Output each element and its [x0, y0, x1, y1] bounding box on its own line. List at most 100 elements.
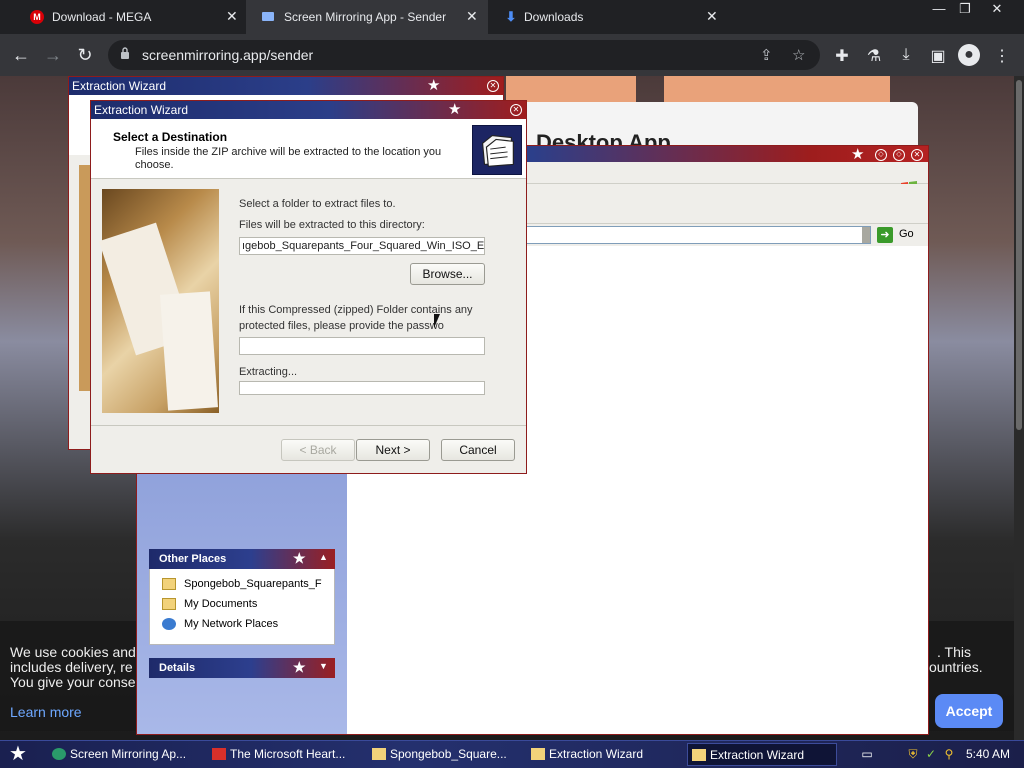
- clock: 5:40 AM: [966, 747, 1011, 761]
- system-tray: ▭ ⛨ ✓ ⚲ 5:40 AM: [858, 741, 1024, 768]
- close-tab-icon[interactable]: ✕: [226, 8, 238, 25]
- share-icon[interactable]: ⇪: [760, 46, 773, 64]
- list-item-label: My Documents: [184, 598, 258, 610]
- zip-folder-icon: [472, 125, 522, 175]
- other-places-list: Spongebob_Squarepants_F My Documents My …: [149, 569, 335, 645]
- lock-icon: [121, 47, 129, 59]
- password-input[interactable]: [239, 337, 485, 355]
- list-item-label: Spongebob_Squarepants_F: [184, 578, 322, 590]
- cookie-text-line: You give your conse: [10, 674, 136, 690]
- tab-download-mega[interactable]: M Download - MEGA ✕: [8, 0, 246, 34]
- browser-toolbar: ← → ↻ screenmirroring.app/sender ⇪ ☆ ✚ ⚗…: [0, 34, 1024, 76]
- folder-icon: [162, 578, 176, 590]
- taskbar-item-label: Spongebob_Square...: [390, 747, 507, 761]
- select-folder-text: Select a folder to extract files to.: [239, 198, 396, 210]
- taskbar-item-spongebob-folder[interactable]: Spongebob_Square...: [368, 743, 518, 766]
- window-title: Extraction Wizard: [72, 79, 167, 93]
- back-button[interactable]: < Back: [281, 439, 355, 461]
- bookmark-star-icon[interactable]: ☆: [792, 46, 805, 64]
- destination-directory-input[interactable]: ıgebob_Squarepants_Four_Squared_Win_ISO_…: [239, 237, 485, 255]
- cookie-text-line: . This: [937, 644, 971, 660]
- close-icon[interactable]: ✕: [487, 80, 499, 92]
- close-tab-icon[interactable]: ✕: [466, 8, 478, 25]
- downloads-icon[interactable]: ⤓: [896, 46, 916, 64]
- background-decor: [506, 76, 636, 102]
- wizard-step-title: Select a Destination: [113, 130, 228, 144]
- go-button[interactable]: ➜ Go: [877, 227, 925, 243]
- tab-downloads[interactable]: ⬇ Downloads ✕: [488, 0, 724, 34]
- side-panel-icon[interactable]: ▣: [928, 46, 948, 66]
- scrollbar-thumb[interactable]: [1016, 80, 1022, 430]
- close-window-icon[interactable]: ✕: [984, 0, 1010, 18]
- taskbar-item-extraction-wizard-1[interactable]: Extraction Wizard: [527, 743, 677, 766]
- taskbar-item-label: Extraction Wizard: [549, 747, 644, 761]
- wizard-back-title-bar: Extraction Wizard ★ ✕: [69, 77, 503, 95]
- folder-icon: [692, 749, 706, 761]
- page-scrollbar[interactable]: [1014, 76, 1024, 740]
- security-shield-icon[interactable]: ⛨: [906, 747, 920, 761]
- background-decor: [664, 76, 890, 102]
- taskbar-item-extraction-wizard-2[interactable]: Extraction Wizard: [687, 743, 837, 766]
- cookie-banner-left: We use cookies and includes delivery, re…: [0, 621, 136, 731]
- cookie-text-line: includes delivery, re: [10, 659, 133, 675]
- mouse-cursor-icon: [434, 314, 440, 328]
- taskbar-item-screen-mirroring[interactable]: Screen Mirroring Ap...: [48, 743, 198, 766]
- other-places-title: Other Places: [159, 553, 227, 565]
- star-icon: ★: [448, 101, 462, 118]
- extraction-progress-bar: [239, 381, 485, 395]
- network-icon[interactable]: ✓: [924, 747, 938, 761]
- taskbar-item-label: The Microsoft Heart...: [230, 747, 346, 761]
- taskbar-item-microsoft-heart[interactable]: The Microsoft Heart...: [208, 743, 358, 766]
- reload-icon[interactable]: ↻: [72, 42, 98, 68]
- profile-avatar-icon[interactable]: ●: [958, 44, 980, 66]
- next-button[interactable]: Next >: [356, 439, 430, 461]
- more-menu-icon[interactable]: ⋮: [992, 46, 1012, 66]
- directory-label: Files will be extracted to this director…: [239, 219, 425, 231]
- taskbar-item-label: Extraction Wizard: [710, 748, 805, 762]
- heart-icon: [212, 748, 226, 760]
- tab-label: Downloads: [524, 10, 584, 24]
- back-arrow-icon[interactable]: ←: [8, 42, 34, 68]
- chevron-up-icon: ▲: [319, 552, 328, 562]
- mega-icon: M: [30, 10, 44, 24]
- screen-mirroring-icon: [262, 12, 274, 21]
- learn-more-link[interactable]: Learn more: [10, 704, 82, 720]
- search-icon[interactable]: ⚲: [942, 747, 956, 761]
- address-bar[interactable]: screenmirroring.app/sender ⇪ ☆: [108, 40, 820, 70]
- browser-tab-strip: M Download - MEGA ✕ Screen Mirroring App…: [0, 0, 1024, 34]
- folder-icon: [372, 748, 386, 760]
- other-places-header[interactable]: Other Places ★ ▲: [149, 549, 335, 569]
- cookie-text-line: ountries.: [929, 659, 983, 675]
- keyboard-icon[interactable]: ▭: [860, 747, 874, 761]
- address-dropdown[interactable]: [862, 227, 870, 243]
- star-icon: ★: [293, 550, 306, 566]
- wizard-header: Select a Destination Files inside the ZI…: [91, 119, 526, 179]
- cancel-button[interactable]: Cancel: [441, 439, 515, 461]
- chrome-icon: [52, 748, 66, 760]
- minimize-icon[interactable]: —: [926, 0, 952, 18]
- cookie-text-line: We use cookies and: [10, 644, 136, 660]
- go-label: Go: [899, 228, 914, 240]
- network-places-icon: [162, 618, 176, 630]
- wizard-step-subtitle: Files inside the ZIP archive will be ext…: [135, 146, 442, 171]
- labs-flask-icon[interactable]: ⚗: [864, 46, 884, 66]
- list-item-label: My Network Places: [184, 618, 279, 630]
- accept-cookies-button[interactable]: Accept: [935, 694, 1003, 728]
- extensions-icon[interactable]: ✚: [832, 46, 852, 66]
- start-button[interactable]: ★: [0, 741, 36, 768]
- details-header[interactable]: Details ★ ▼: [149, 658, 335, 678]
- close-icon[interactable]: ✕: [510, 104, 522, 116]
- wizard-title-bar: Extraction Wizard ★ ✕: [91, 101, 526, 119]
- download-icon: ⬇: [505, 9, 517, 24]
- maximize-icon[interactable]: ◇: [893, 149, 905, 161]
- browse-button[interactable]: Browse...: [410, 263, 485, 285]
- close-icon[interactable]: ✕: [911, 149, 923, 161]
- forward-arrow-icon[interactable]: →: [40, 42, 66, 68]
- close-tab-icon[interactable]: ✕: [706, 8, 718, 25]
- restore-icon[interactable]: ❐: [952, 0, 978, 18]
- minimize-icon[interactable]: ◇: [875, 149, 887, 161]
- tab-screen-mirroring[interactable]: Screen Mirroring App - Sender ✕: [246, 0, 488, 34]
- star-icon: ★: [293, 659, 306, 675]
- extracting-label: Extracting...: [239, 366, 298, 378]
- my-documents-icon: [162, 598, 176, 610]
